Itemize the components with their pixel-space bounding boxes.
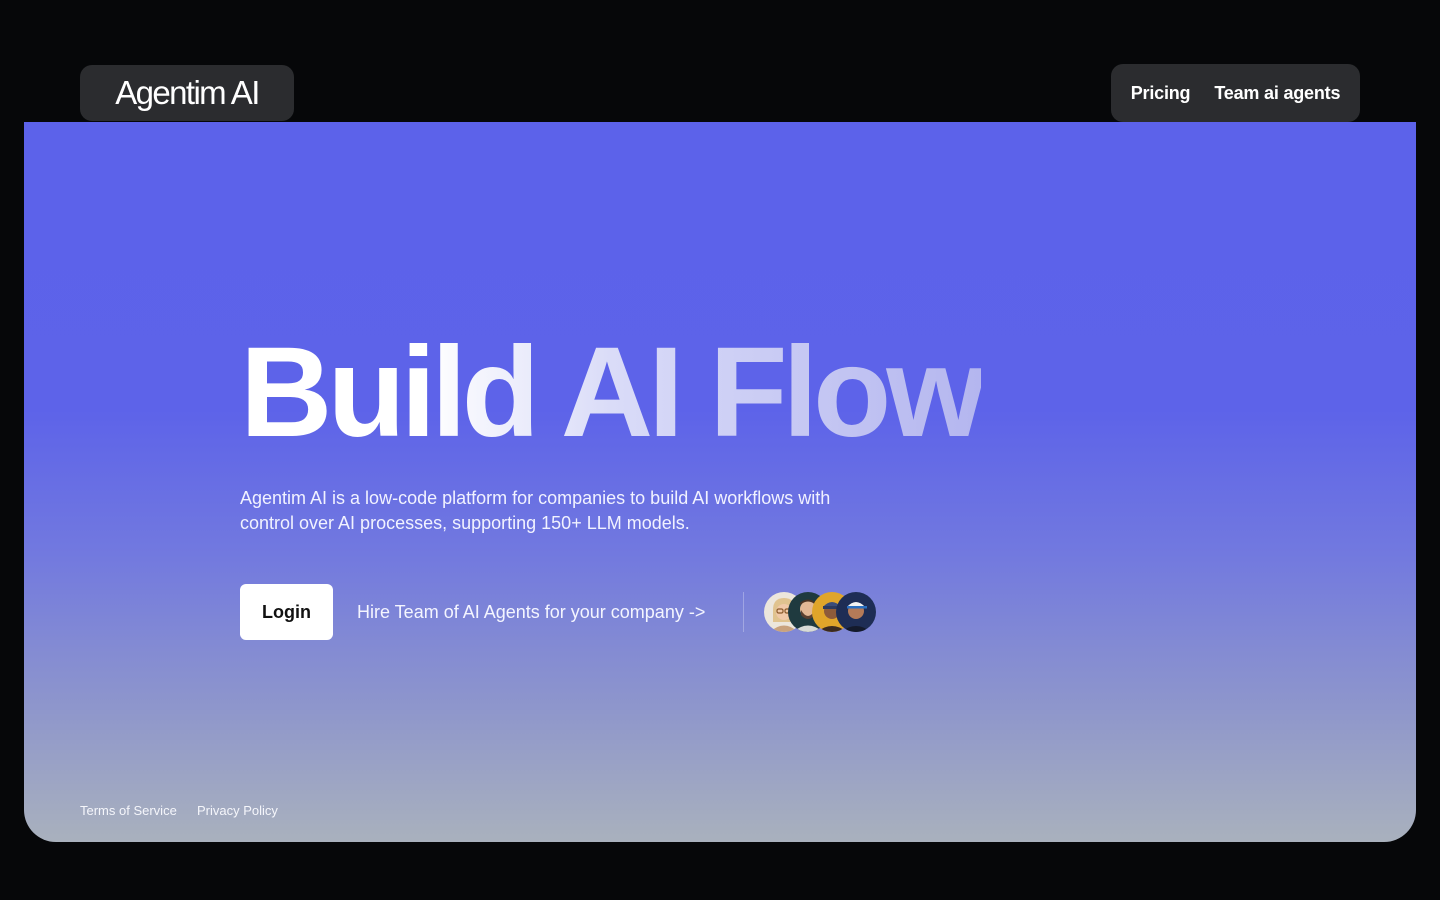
logo-text: Agentim AI [115,74,260,111]
nav-link-team-ai-agents[interactable]: Team ai agents [1214,83,1340,104]
hire-team-link[interactable]: Hire Team of AI Agents for your company … [357,600,705,624]
nav-link-pricing[interactable]: Pricing [1131,83,1191,104]
avatar-group [764,592,884,632]
hero-description: Agentim AI is a low-code platform for co… [240,488,831,533]
footer-terms-link[interactable]: Terms of Service [80,803,177,818]
logo-link[interactable]: Agentim AI [80,65,294,121]
top-nav: Pricing Team ai agents [1111,64,1360,122]
hero-section [24,122,1416,842]
divider [743,592,744,632]
login-button[interactable]: Login [240,584,333,640]
hero-headline: Build AI Flow [240,321,986,464]
footer-privacy-link[interactable]: Privacy Policy [197,803,278,818]
avatar-man-headset-icon [836,592,876,632]
page: Agentim AI Pricing Team ai agents Build … [0,0,1440,900]
